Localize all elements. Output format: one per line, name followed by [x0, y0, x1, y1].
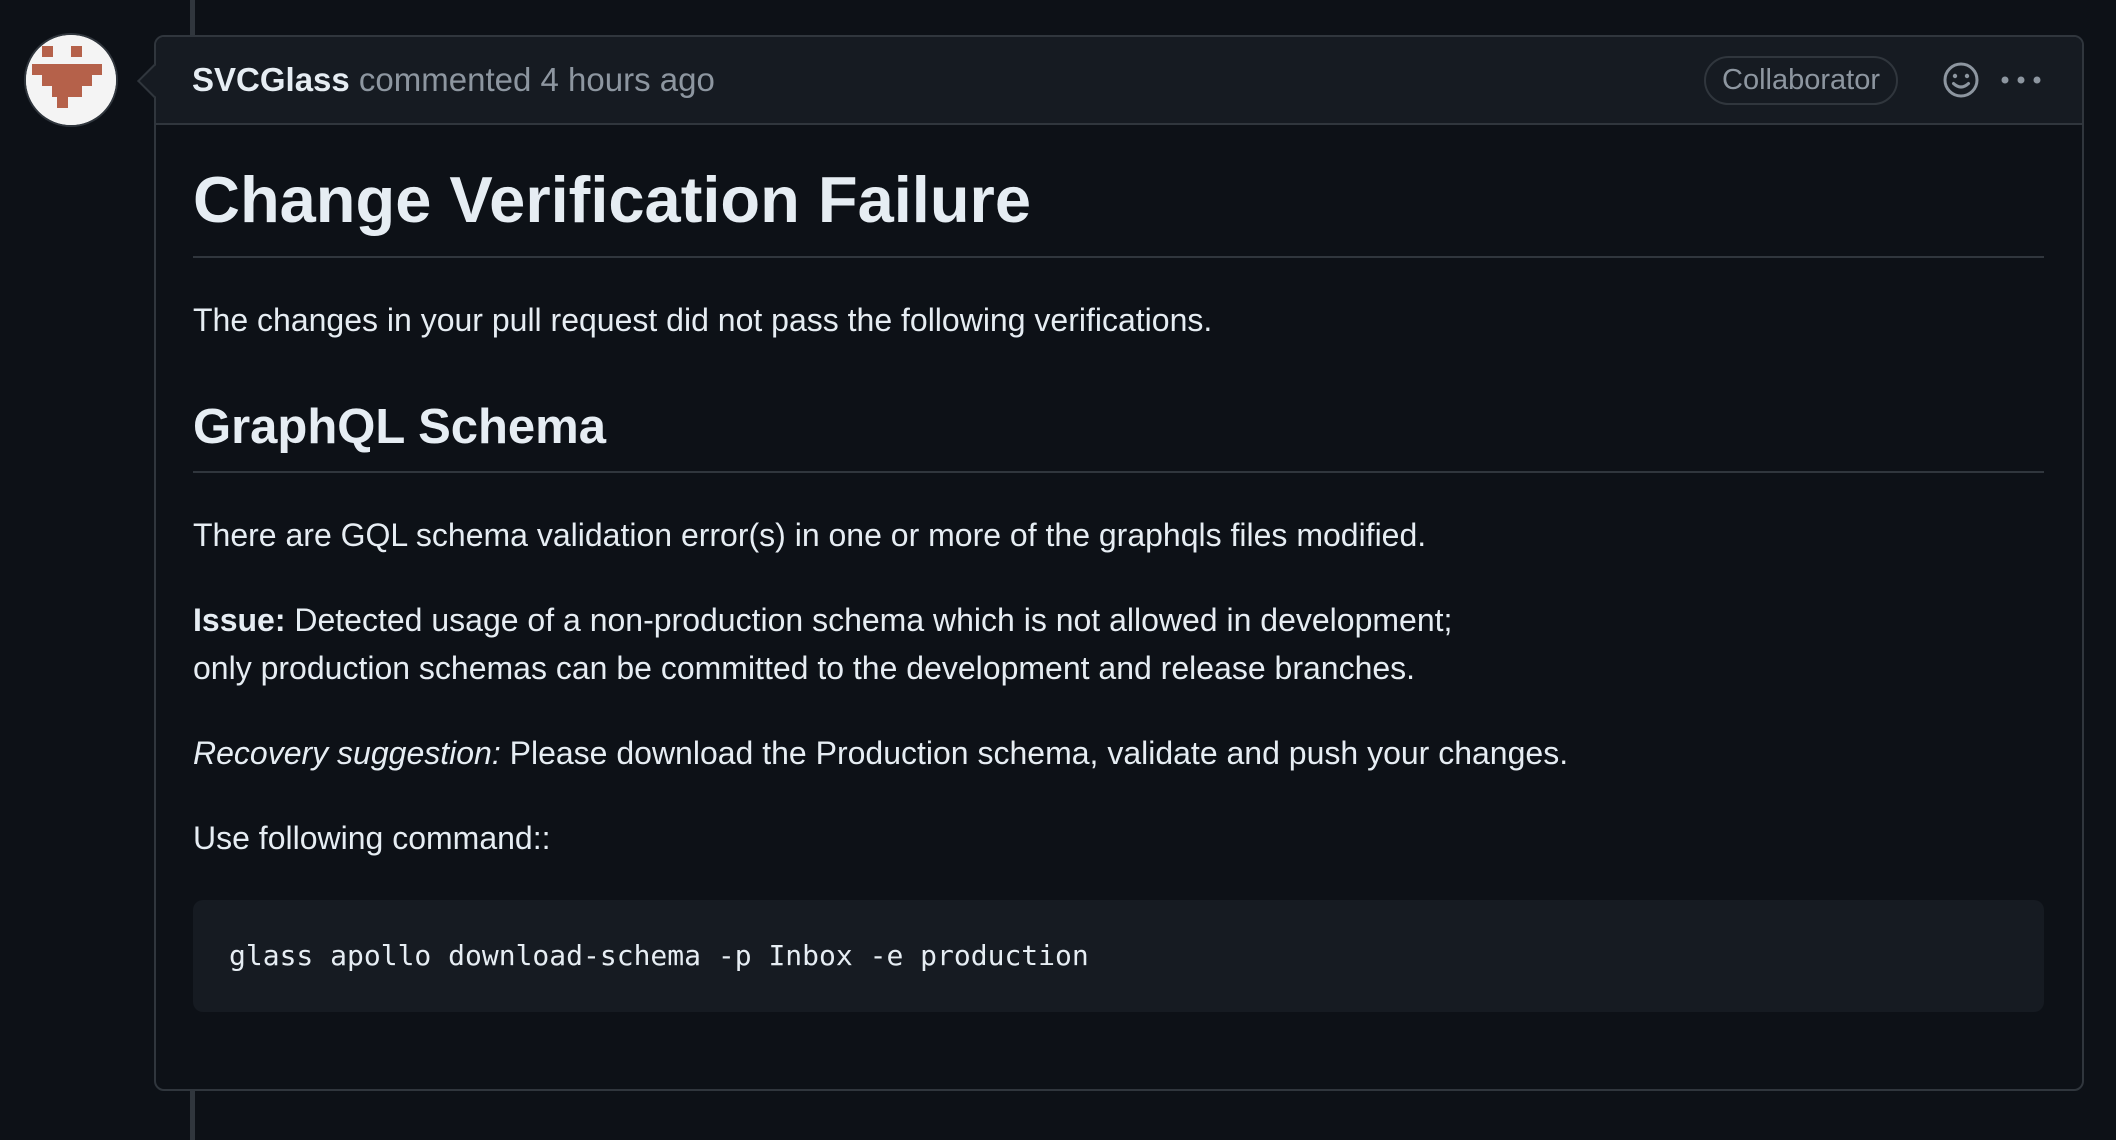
identicon-icon — [26, 35, 116, 125]
command-text: glass apollo download-schema -p Inbox -e… — [229, 939, 1089, 973]
section-heading: GraphQL Schema — [193, 398, 2044, 473]
comment-title: Change Verification Failure — [193, 125, 2044, 258]
recovery-paragraph: Recovery suggestion: Please download the… — [193, 729, 2044, 777]
comment-action: commented — [358, 61, 532, 98]
comment-body: Change Verification Failure The changes … — [156, 125, 2082, 1012]
smiley-icon — [1943, 62, 1979, 98]
code-block[interactable]: glass apollo download-schema -p Inbox -e… — [193, 899, 2044, 1012]
page: SVCGlass commented 4 hours ago Collabora… — [0, 0, 2116, 1140]
comment-menu-button[interactable] — [1996, 55, 2046, 105]
kebab-menu-icon — [2001, 76, 2041, 84]
issue-text-line1: Detected usage of a non-production schem… — [294, 601, 1453, 638]
comment-header: SVCGlass commented 4 hours ago Collabora… — [156, 37, 2082, 125]
intro-paragraph: The changes in your pull request did not… — [193, 301, 1213, 338]
comment-meta: SVCGlass commented 4 hours ago — [192, 61, 1704, 99]
add-reaction-button[interactable] — [1936, 55, 1986, 105]
issue-text-line2: only production schemas can be committed… — [193, 649, 1416, 686]
author-link[interactable]: SVCGlass — [192, 61, 350, 98]
issue-paragraph: Issue: Detected usage of a non-productio… — [193, 596, 2044, 692]
avatar[interactable] — [24, 33, 118, 127]
issue-label: Issue: — [193, 601, 286, 638]
recovery-label: Recovery suggestion: — [193, 734, 501, 771]
collaborator-badge: Collaborator — [1704, 55, 1898, 105]
command-intro: Use following command:: — [193, 819, 551, 856]
section-paragraph: There are GQL schema validation error(s)… — [193, 516, 1427, 553]
comment-card: SVCGlass commented 4 hours ago Collabora… — [137, 35, 2084, 1091]
recovery-text: Please download the Production schema, v… — [509, 734, 1569, 771]
comment-time-link[interactable]: 4 hours ago — [541, 61, 715, 98]
